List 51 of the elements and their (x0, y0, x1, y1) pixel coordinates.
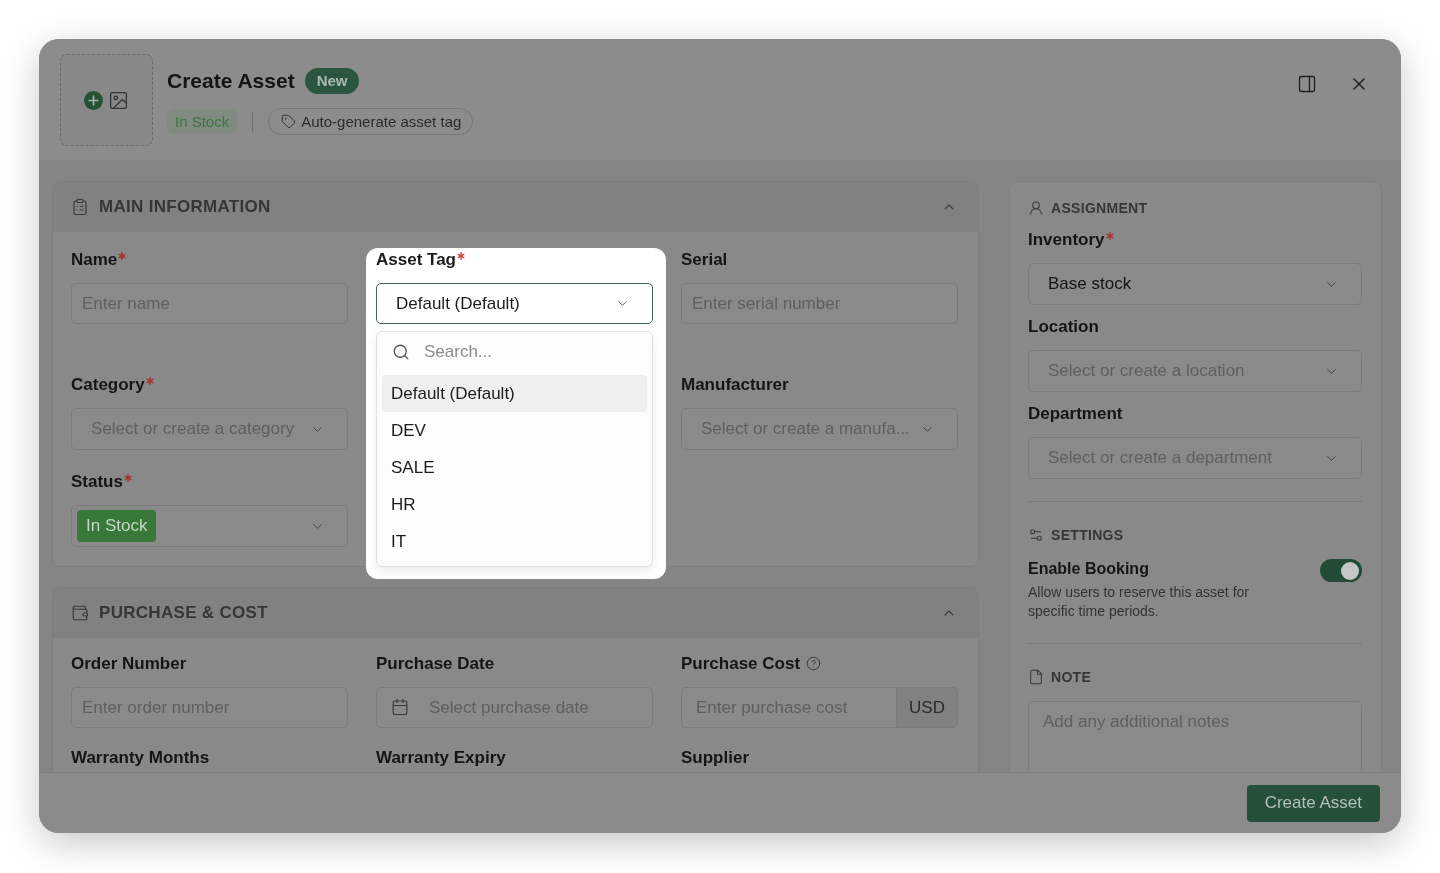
section-title: MAIN INFORMATION (99, 197, 271, 217)
search-icon (392, 343, 410, 361)
section-title: ASSIGNMENT (1051, 200, 1148, 216)
field-label: Inventory (1028, 229, 1105, 251)
image-upload-box[interactable] (60, 54, 153, 146)
dropdown-option[interactable]: SALE (382, 449, 647, 486)
field-label: Purchase Date (376, 653, 495, 675)
dropdown-option[interactable]: Default (Default) (382, 375, 647, 412)
field-label: Manufacturer (681, 374, 789, 396)
wallet-icon (71, 604, 89, 622)
field-label: Order Number (71, 653, 187, 675)
field-label: Category (71, 374, 145, 396)
create-asset-button[interactable]: Create Asset (1246, 784, 1380, 822)
currency-label: USD (896, 687, 958, 728)
new-badge: New (304, 68, 360, 94)
field-label: Department (1028, 403, 1123, 425)
document-icon (1028, 669, 1044, 685)
modal-title: Create Asset (167, 68, 295, 94)
status-badge: In Stock (77, 510, 157, 542)
field-label: Name (71, 249, 118, 271)
field-label: Status (71, 471, 123, 493)
select-field[interactable]: Default (Default) (376, 283, 653, 324)
select-field[interactable]: In Stock (71, 505, 348, 547)
calendar-icon (391, 698, 409, 716)
clipboard-icon (71, 198, 89, 216)
select-field[interactable]: Base stock (1028, 263, 1362, 305)
user-icon (1028, 200, 1044, 216)
dropdown-option[interactable]: DEV (382, 412, 647, 449)
status-badge: In Stock (167, 109, 238, 134)
section-title: SETTINGS (1051, 527, 1124, 543)
field-label: Warranty Months (71, 747, 210, 769)
dropdown-option[interactable]: IT (382, 523, 647, 560)
search-input[interactable]: Search... (424, 342, 640, 362)
section-title: NOTE (1051, 669, 1092, 685)
setting-label: Enable Booking (1028, 559, 1150, 579)
plus-circle-icon (84, 90, 103, 110)
field-label: Serial (681, 249, 728, 271)
field-label: Warranty Expiry (376, 747, 506, 769)
help-icon[interactable] (806, 656, 822, 671)
field-label: Asset Tag (376, 249, 456, 271)
setting-description: Allow users to reserve this asset for specific time periods. (1028, 583, 1250, 621)
side-panel-icon[interactable] (1297, 74, 1317, 94)
field-label: Supplier (681, 747, 749, 769)
section-title: PURCHASE & COST (99, 603, 268, 623)
tag-icon (281, 114, 297, 129)
dropdown-option[interactable]: HR (382, 486, 647, 523)
field-label: Purchase Cost (681, 653, 801, 675)
field-label: Location (1028, 316, 1099, 338)
image-icon (108, 89, 129, 111)
toggle-switch[interactable] (1320, 559, 1362, 582)
sliders-icon (1028, 527, 1044, 543)
